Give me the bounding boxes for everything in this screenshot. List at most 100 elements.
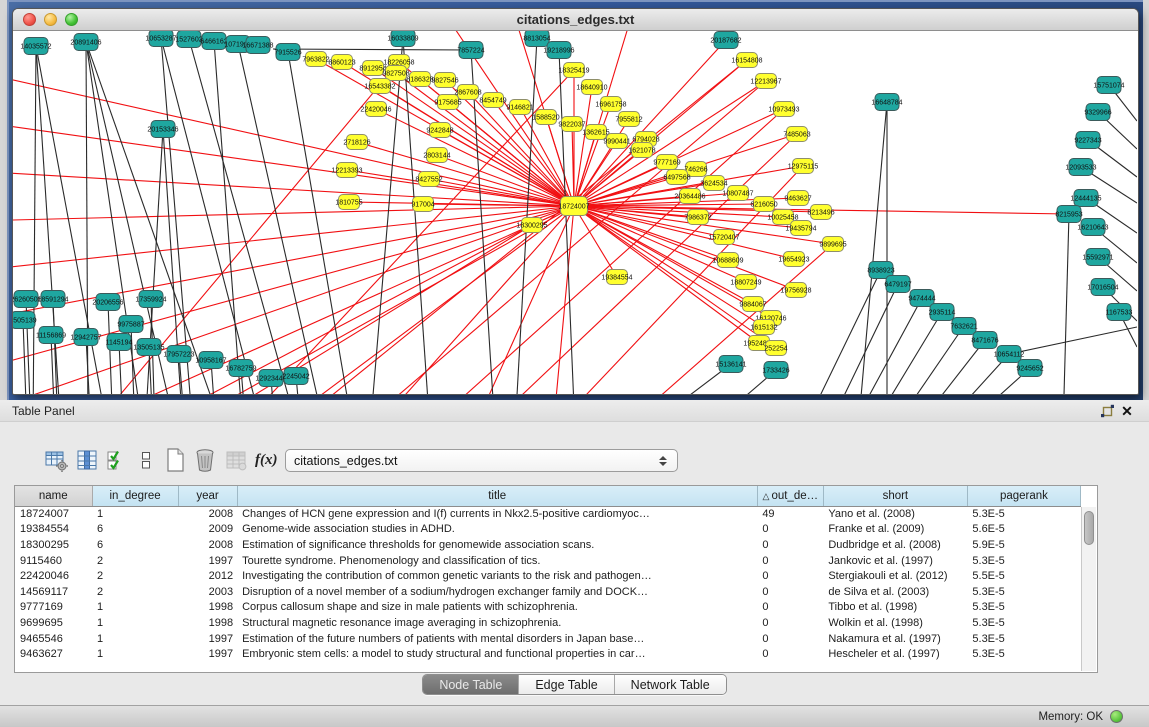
table-cell[interactable]: Tibbo et al. (1998) (823, 600, 967, 616)
graph-node[interactable]: 1527602 (175, 31, 202, 48)
graph-edge[interactable] (574, 87, 592, 206)
graph-node[interactable]: 12923446 (255, 370, 286, 387)
table-selector-dropdown[interactable]: citations_edges.txt (285, 449, 678, 472)
table-cell[interactable]: 2 (92, 584, 178, 600)
close-window-button[interactable] (23, 13, 36, 26)
table-cell[interactable]: 0 (757, 584, 823, 600)
graph-node[interactable]: 8186328 (406, 72, 433, 87)
graph-node[interactable]: 19654923 (778, 252, 809, 267)
table-cell[interactable]: 5.3E-5 (967, 600, 1080, 616)
graph-node[interactable]: 20153346 (147, 121, 178, 138)
graph-node[interactable]: 16154808 (731, 53, 762, 68)
graph-edge[interactable] (437, 155, 574, 206)
graph-node[interactable]: 9899695 (819, 237, 846, 252)
table-cell[interactable]: 5.3E-5 (967, 584, 1080, 600)
graph-node[interactable]: 16648784 (871, 94, 902, 111)
graph-edge[interactable] (463, 134, 797, 394)
graph-node[interactable]: 1615132 (750, 320, 777, 335)
table-cell[interactable]: 0 (757, 553, 823, 569)
table-cell[interactable]: Stergiakouli et al. (2012) (823, 568, 967, 584)
new-table-button[interactable] (164, 447, 186, 473)
graph-node[interactable]: 17957223 (163, 346, 194, 363)
table-cell[interactable]: 2003 (178, 584, 237, 600)
graph-edge[interactable] (288, 52, 353, 394)
table-cell[interactable]: 0 (757, 522, 823, 538)
table-row[interactable]: 1830029562008Estimation of significance … (15, 537, 1081, 553)
graph-node[interactable]: 8454749 (479, 93, 506, 108)
table-cell[interactable]: 2 (92, 568, 178, 584)
table-cell[interactable]: 5.3E-5 (967, 553, 1080, 569)
table-cell[interactable]: Estimation of the future numbers of pati… (237, 631, 757, 647)
graph-node[interactable]: 20206556 (92, 294, 123, 311)
graph-node[interactable]: 16782759 (225, 360, 256, 377)
table-cell[interactable]: 2008 (178, 506, 237, 522)
table-cell[interactable]: 6 (92, 537, 178, 553)
table-scrollbar-thumb[interactable] (1084, 511, 1094, 545)
graph-node[interactable]: 1733426 (762, 362, 789, 379)
table-cell[interactable]: 9777169 (15, 600, 92, 616)
table-row[interactable]: 946362711997Embryonic stem cells: a mode… (15, 646, 1081, 662)
graph-node[interactable]: 7857224 (457, 42, 484, 59)
column-header-pagerank[interactable]: pagerank (967, 486, 1080, 506)
graph-node[interactable]: 9242848 (426, 123, 453, 138)
memory-status-indicator[interactable] (1110, 710, 1123, 723)
graph-node[interactable]: 9827546 (431, 73, 458, 88)
graph-node[interactable]: 16033809 (387, 31, 418, 47)
table-row[interactable]: 911546021997Tourette syndrome. Phenomeno… (15, 553, 1081, 569)
split-view-button[interactable] (135, 447, 157, 473)
table-cell[interactable]: 1 (92, 631, 178, 647)
table-cell[interactable]: Genome-wide association studies in ADHD. (237, 522, 757, 538)
column-header-in_degree[interactable]: in_degree (92, 486, 178, 506)
row-selection-button[interactable] (106, 447, 128, 473)
graph-node[interactable]: 10807487 (722, 186, 753, 201)
table-cell[interactable]: 1 (92, 600, 178, 616)
network-canvas[interactable]: 1872400714035572208914061065328715276026… (13, 31, 1138, 394)
table-cell[interactable]: de Silva et al. (2003) (823, 584, 967, 600)
tab-network-table[interactable]: Network Table (615, 675, 726, 694)
table-cell[interactable]: 1 (92, 506, 178, 522)
table-cell[interactable]: 0 (757, 537, 823, 553)
graph-node[interactable]: 20891406 (70, 34, 101, 51)
graph-node[interactable]: 12444135 (1070, 190, 1101, 207)
graph-node[interactable]: 12975115 (788, 159, 819, 174)
table-cell[interactable]: Investigating the contribution of common… (237, 568, 757, 584)
graph-node[interactable]: 2718126 (343, 135, 370, 150)
graph-edge[interactable] (574, 206, 617, 277)
table-cell[interactable]: 5.3E-5 (967, 506, 1080, 522)
graph-node[interactable]: 1588520 (532, 110, 559, 125)
table-cell[interactable]: 5.9E-5 (967, 537, 1080, 553)
graph-node[interactable]: 12093533 (1065, 159, 1096, 176)
table-cell[interactable]: Changes of HCN gene expression and I(f) … (237, 506, 757, 522)
table-cell[interactable]: Corpus callosum shape and size in male p… (237, 600, 757, 616)
graph-edge[interactable] (373, 206, 574, 394)
table-cell[interactable]: 49 (757, 506, 823, 522)
graph-node[interactable]: 9990441 (603, 134, 630, 149)
tab-node-table[interactable]: Node Table (423, 675, 519, 694)
table-cell[interactable]: Franke et al. (2009) (823, 522, 967, 538)
graph-node[interactable]: 13505135 (133, 339, 164, 356)
graph-node[interactable]: 2245042 (282, 368, 309, 385)
graph-node[interactable]: 1167533 (1106, 304, 1133, 321)
table-cell[interactable]: 22420046 (15, 568, 92, 584)
tab-edge-table[interactable]: Edge Table (519, 675, 614, 694)
table-cell[interactable]: 1998 (178, 600, 237, 616)
table-mode-button[interactable] (44, 447, 68, 473)
table-cell[interactable]: 2008 (178, 537, 237, 553)
graph-node[interactable]: 1145194 (106, 334, 133, 351)
column-header-name[interactable]: name (15, 486, 92, 506)
graph-node[interactable]: 9884067 (739, 297, 766, 312)
minimize-window-button[interactable] (44, 13, 57, 26)
table-cell[interactable]: 6 (92, 522, 178, 538)
graph-node[interactable]: 16671388 (242, 37, 273, 54)
graph-node[interactable]: 8427552 (415, 172, 442, 187)
graph-node[interactable]: 6466162 (200, 33, 227, 50)
delete-table-button[interactable] (193, 447, 217, 473)
graph-node[interactable]: 9822037 (558, 117, 585, 132)
table-cell[interactable]: Dudbridge et al. (2008) (823, 537, 967, 553)
graph-node[interactable]: 1362615 (582, 125, 609, 140)
graph-node[interactable]: 15136141 (715, 356, 746, 373)
table-cell[interactable]: 19384554 (15, 522, 92, 538)
table-cell[interactable]: Hescheler et al. (1997) (823, 646, 967, 662)
table-cell[interactable]: Nakamura et al. (1997) (823, 631, 967, 647)
table-cell[interactable]: 2 (92, 553, 178, 569)
